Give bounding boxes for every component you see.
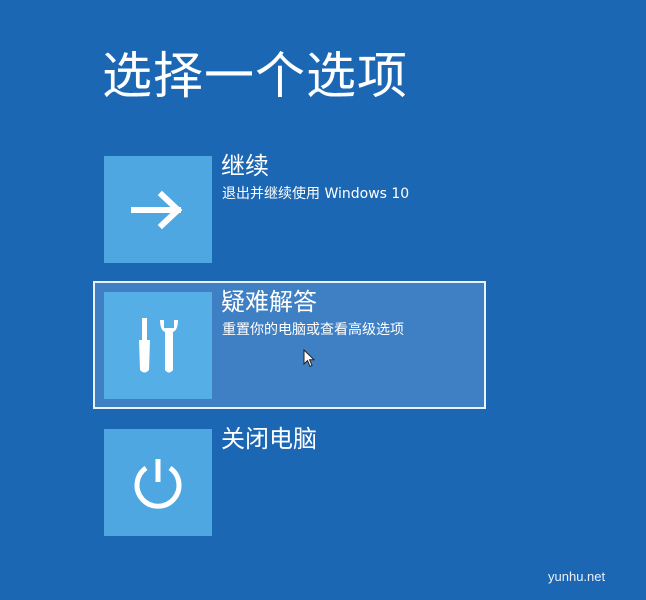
shutdown-label: 关闭电脑	[221, 425, 317, 453]
continue-description: 退出并继续使用 Windows 10	[222, 186, 410, 202]
continue-option[interactable]: 继续 退出并继续使用 Windows 10	[93, 145, 486, 273]
shutdown-tile[interactable]	[104, 429, 212, 536]
power-icon	[134, 458, 182, 509]
continue-label: 继续	[221, 152, 269, 180]
watermark: yunhu.net	[548, 569, 606, 584]
continue-tile[interactable]	[104, 156, 212, 263]
shutdown-option[interactable]: 关闭电脑	[93, 418, 486, 546]
troubleshoot-description: 重置你的电脑或查看高级选项	[222, 322, 404, 338]
troubleshoot-label: 疑难解答	[221, 288, 317, 316]
arrow-right-icon	[131, 190, 183, 229]
mouse-cursor-icon	[303, 349, 315, 368]
page-title: 选择一个选项	[102, 47, 408, 105]
troubleshoot-tile[interactable]	[104, 292, 212, 399]
tools-icon	[139, 317, 178, 372]
troubleshoot-option[interactable]: 疑难解答 重置你的电脑或查看高级选项	[93, 281, 486, 409]
